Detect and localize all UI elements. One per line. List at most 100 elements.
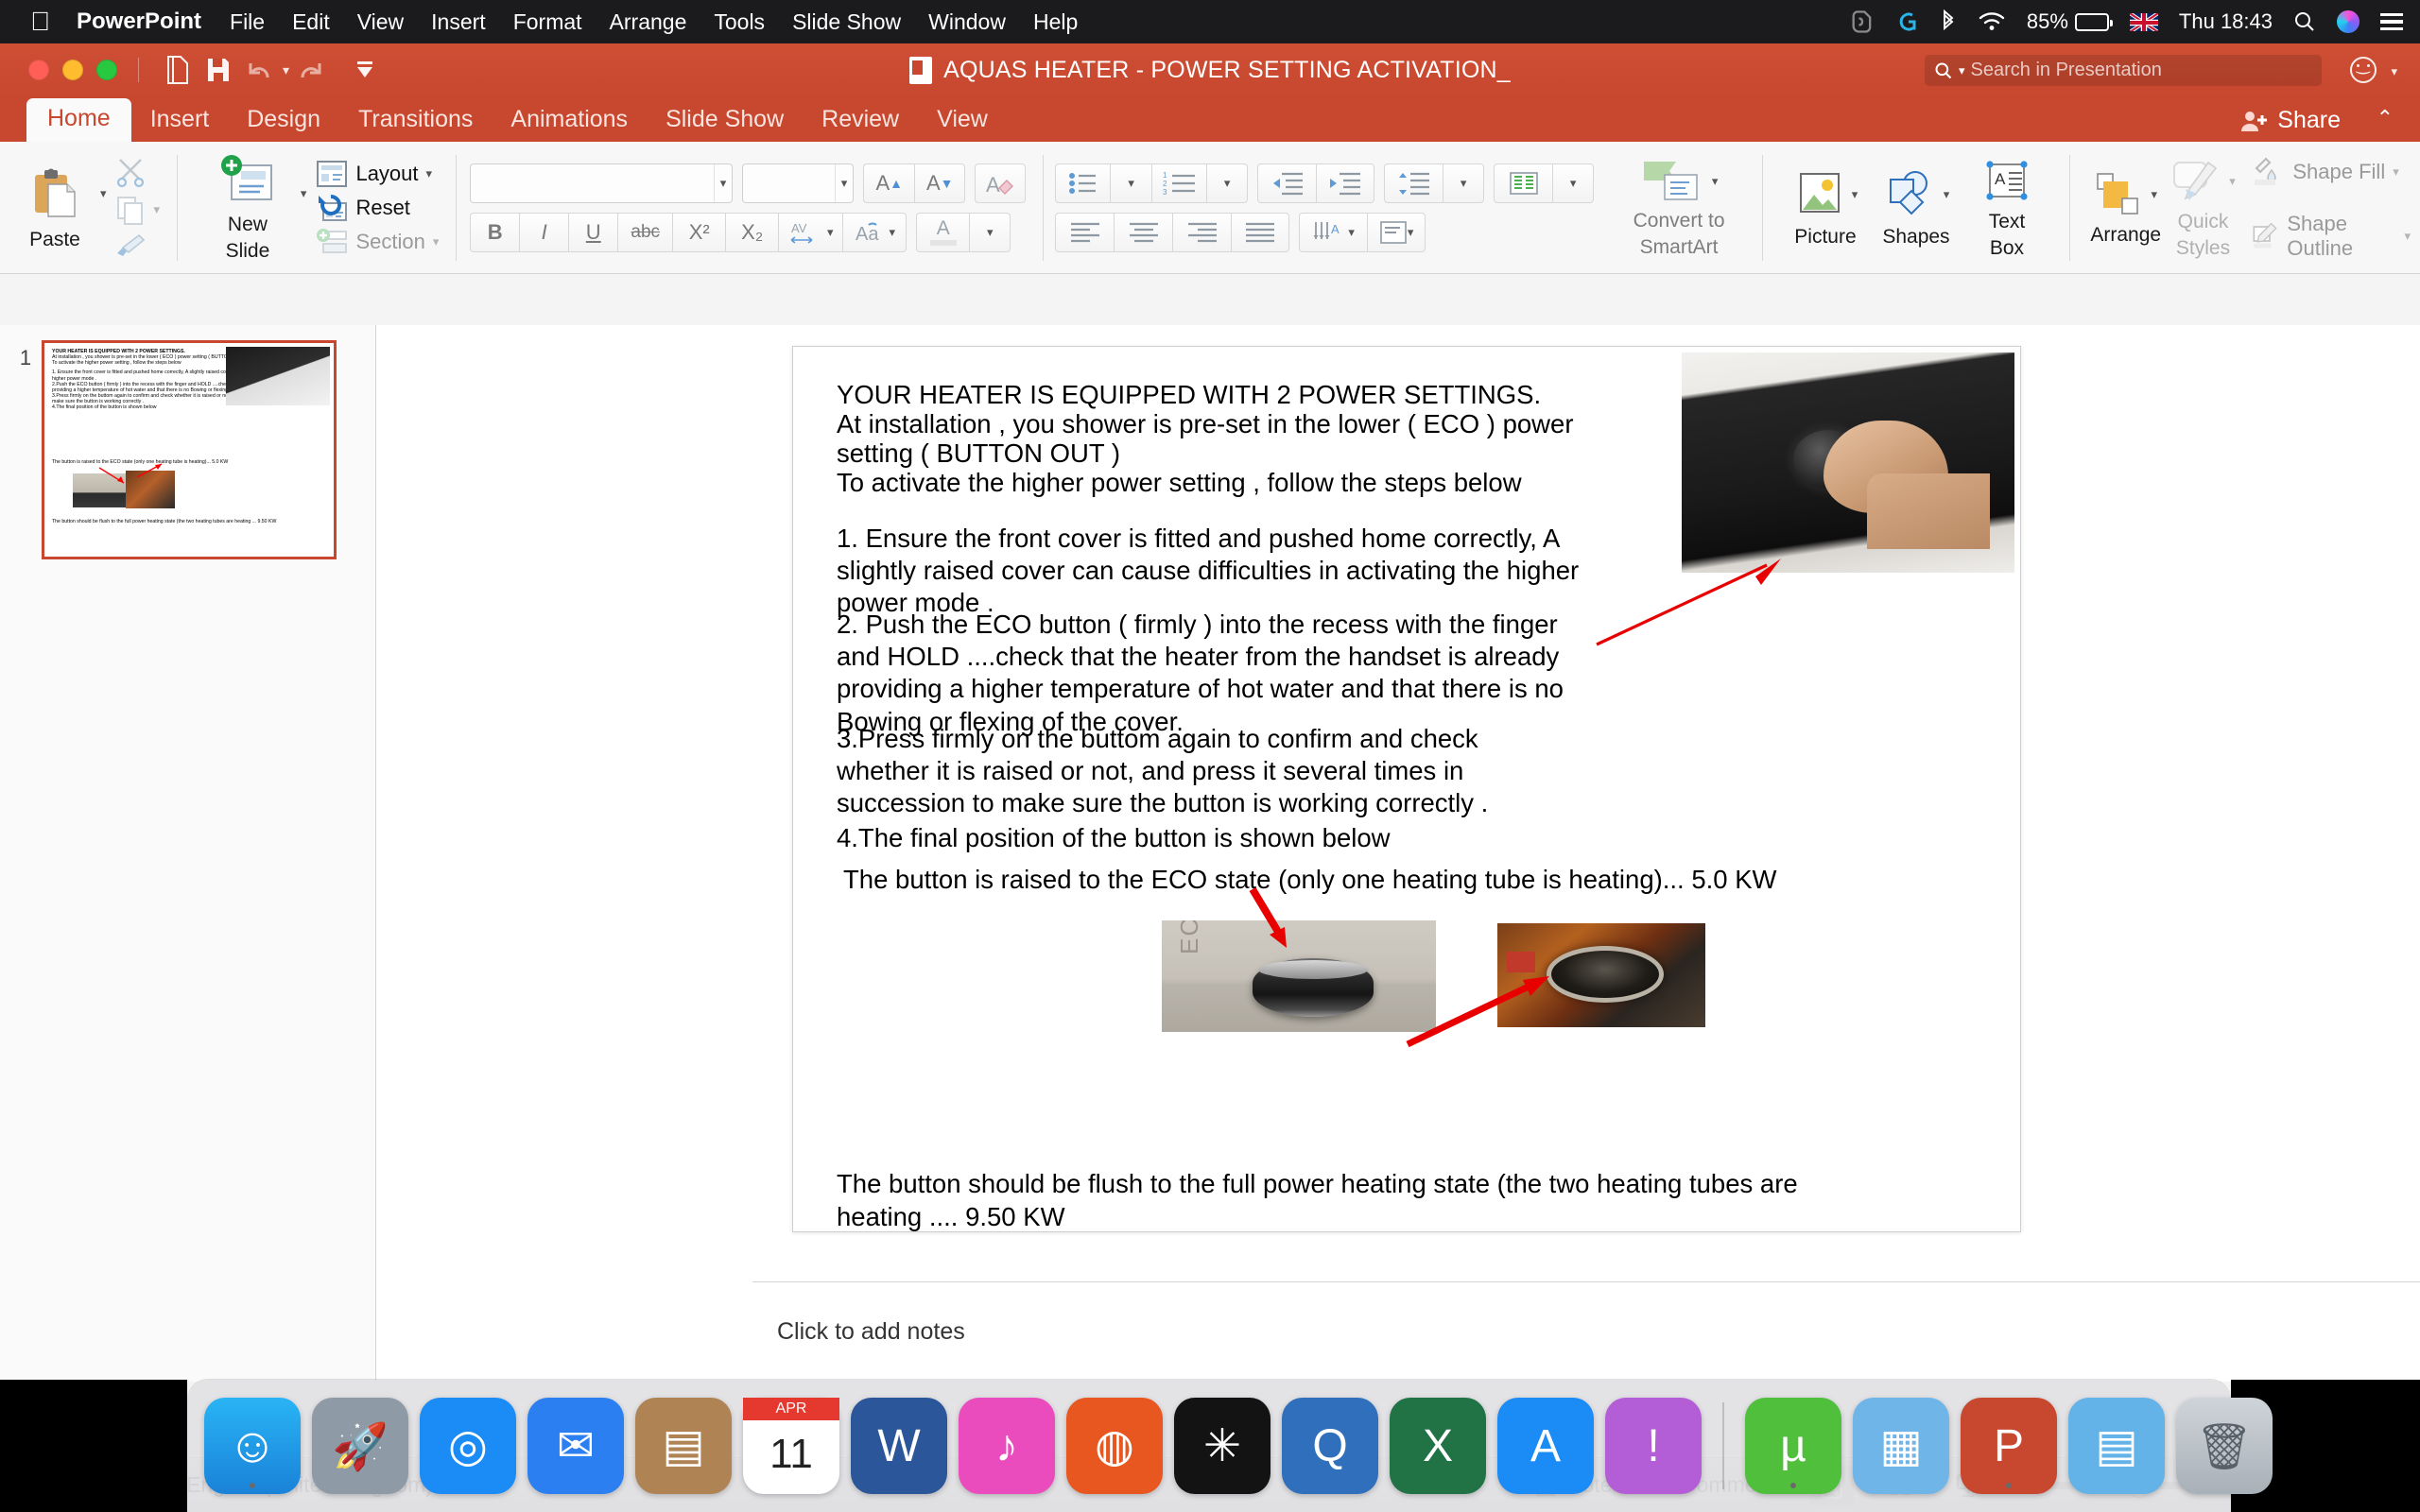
wifi-icon[interactable]: [1978, 10, 2006, 33]
shape-fill-caret-icon[interactable]: ▾: [2393, 164, 2399, 180]
dock-item-safari[interactable]: ◎: [420, 1398, 516, 1494]
shape-fill-button[interactable]: Shape Fill ▾: [2251, 155, 2411, 189]
tab-animations[interactable]: Animations: [492, 100, 647, 142]
slide-caption-eco[interactable]: The button is raised to the ECO state (o…: [843, 865, 1902, 895]
slide-editor[interactable]: YOUR HEATER IS EQUIPPED WITH 2 POWER SET…: [376, 325, 2420, 1382]
layout-button[interactable]: Layout ▾: [316, 160, 439, 188]
menu-format[interactable]: Format: [513, 9, 582, 35]
character-spacing-button[interactable]: AV ▾: [778, 213, 843, 252]
dock-item-vlc-alert[interactable]: !: [1605, 1398, 1702, 1494]
slide-thumbnail-pane[interactable]: 1 YOUR HEATER IS EQUIPPED WITH 2 POWER S…: [0, 325, 376, 1382]
shapes-caret-icon[interactable]: ▾: [1944, 187, 1950, 202]
new-slide-dropdown-caret-icon[interactable]: ▾: [301, 186, 307, 201]
share-button[interactable]: Share: [2240, 107, 2341, 134]
dock-item-microsoft-word[interactable]: W: [851, 1398, 947, 1494]
dock-item-microsoft-powerpoint[interactable]: P: [1961, 1398, 2057, 1494]
grow-font-button[interactable]: A ▲: [863, 163, 915, 203]
change-case-button[interactable]: Aa ▾: [842, 213, 908, 252]
align-center-button[interactable]: [1114, 213, 1173, 252]
columns-caret-icon[interactable]: ▾: [1552, 163, 1595, 203]
bold-button[interactable]: B: [470, 213, 520, 252]
undo-icon[interactable]: [239, 49, 281, 91]
dock-item-microsoft-excel[interactable]: X: [1390, 1398, 1486, 1494]
save-icon[interactable]: [198, 49, 239, 91]
superscript-button[interactable]: X²: [672, 213, 726, 252]
align-text-button[interactable]: ▾: [1367, 213, 1426, 252]
font-color-caret-icon[interactable]: ▾: [969, 213, 1011, 252]
close-button[interactable]: [28, 60, 49, 80]
underline-button[interactable]: U: [568, 213, 618, 252]
numbering-button[interactable]: 123: [1151, 163, 1207, 203]
font-color-button[interactable]: A: [916, 213, 970, 252]
text-box-button[interactable]: A Text Box: [1962, 157, 2052, 260]
font-size-input[interactable]: ▾: [742, 163, 855, 203]
new-presentation-icon[interactable]: [156, 49, 198, 91]
text-direction-caret-icon[interactable]: ▾: [1348, 225, 1355, 240]
menu-slide-show[interactable]: Slide Show: [792, 9, 901, 35]
tab-view[interactable]: View: [918, 100, 1007, 142]
send-a-smile-icon[interactable]: [2350, 56, 2377, 83]
tab-slide-show[interactable]: Slide Show: [647, 100, 803, 142]
paste-button[interactable]: Paste: [9, 165, 100, 250]
minimize-button[interactable]: [62, 60, 83, 80]
dock-item-contacts[interactable]: ▤: [635, 1398, 732, 1494]
bluetooth-icon[interactable]: [1940, 9, 1957, 35]
slide-thumbnail-1[interactable]: YOUR HEATER IS EQUIPPED WITH 2 POWER SET…: [42, 340, 337, 559]
dock-item-downloads-folder[interactable]: ▤: [2068, 1398, 2165, 1494]
reset-button[interactable]: Reset: [316, 194, 439, 222]
quick-styles-button[interactable]: ▾ Quick Styles: [2165, 157, 2242, 260]
menu-help[interactable]: Help: [1033, 9, 1078, 35]
dock-item-itunes[interactable]: ♪: [959, 1398, 1055, 1494]
logitech-g-icon[interactable]: [1896, 9, 1919, 35]
dock-item-calendar[interactable]: APR 11: [743, 1398, 839, 1494]
tab-home[interactable]: Home: [26, 98, 131, 142]
slide-caption-full-power[interactable]: The button should be flush to the full p…: [837, 1167, 1839, 1233]
columns-button[interactable]: [1494, 163, 1553, 203]
shape-outline-button[interactable]: Shape Outline ▾: [2251, 212, 2411, 261]
font-size-caret-icon[interactable]: ▾: [841, 176, 848, 191]
search-in-presentation[interactable]: ▾ Search in Presentation: [1925, 55, 2322, 86]
dock-item-handbrake[interactable]: ✳: [1174, 1398, 1270, 1494]
search-icon[interactable]: [2293, 10, 2316, 33]
picture-button[interactable]: ▾ Picture: [1780, 168, 1871, 248]
italic-button[interactable]: I: [519, 213, 569, 252]
dock-item-launchpad[interactable]: 🚀: [312, 1398, 408, 1494]
dock-item-trash[interactable]: 🗑: [2176, 1398, 2273, 1494]
smartart-caret-icon[interactable]: ▾: [1712, 174, 1719, 189]
notes-pane[interactable]: Click to add notes: [752, 1281, 2420, 1382]
convert-to-smartart-button[interactable]: ▾ Convert to SmartArt: [1613, 158, 1745, 259]
shapes-button[interactable]: ▾ Shapes: [1871, 168, 1962, 248]
dock-item-app-store[interactable]: A: [1497, 1398, 1594, 1494]
menu-view[interactable]: View: [357, 9, 404, 35]
dock-item-quicktime[interactable]: Q: [1282, 1398, 1378, 1494]
tab-transitions[interactable]: Transitions: [339, 100, 492, 142]
subscript-button[interactable]: X₂: [725, 213, 779, 252]
font-name-caret-icon[interactable]: ▾: [720, 176, 727, 191]
slide-step-3[interactable]: 3.Press firmly on the buttom again to co…: [837, 723, 1489, 820]
paste-dropdown-caret-icon[interactable]: ▾: [100, 186, 107, 201]
character-spacing-caret-icon[interactable]: ▾: [827, 225, 834, 240]
slide-heading-line4[interactable]: To activate the higher power setting , f…: [837, 466, 1612, 501]
menu-file[interactable]: File: [230, 9, 265, 35]
dock-item-finder[interactable]: ☺: [204, 1398, 301, 1494]
search-scope-caret-icon[interactable]: ▾: [1959, 63, 1965, 78]
menu-insert[interactable]: Insert: [431, 9, 486, 35]
tab-design[interactable]: Design: [228, 100, 339, 142]
format-painter-button[interactable]: [114, 232, 161, 260]
dock-item-utorrent[interactable]: µ: [1745, 1398, 1841, 1494]
strikethrough-button[interactable]: abc: [617, 213, 673, 252]
picture-caret-icon[interactable]: ▾: [1852, 187, 1858, 202]
arrange-button[interactable]: ▾ Arrange: [2087, 170, 2165, 246]
undo-dropdown-caret-icon[interactable]: ▾: [283, 62, 289, 78]
maximize-button[interactable]: [96, 60, 117, 80]
slide-step-2[interactable]: 2. Push the ECO button ( firmly ) into t…: [837, 609, 1593, 738]
redo-icon[interactable]: [289, 49, 331, 91]
input-language-flag-icon[interactable]: [2129, 12, 2158, 31]
shrink-font-button[interactable]: A ▼: [914, 163, 966, 203]
dock-item-preview[interactable]: ▦: [1853, 1398, 1949, 1494]
copy-button[interactable]: ▾: [114, 194, 160, 226]
dock-item-mail[interactable]: ✉: [527, 1398, 624, 1494]
clear-formatting-button[interactable]: A: [975, 163, 1027, 203]
menu-tools[interactable]: Tools: [714, 9, 765, 35]
control-center-icon[interactable]: [2380, 12, 2403, 31]
